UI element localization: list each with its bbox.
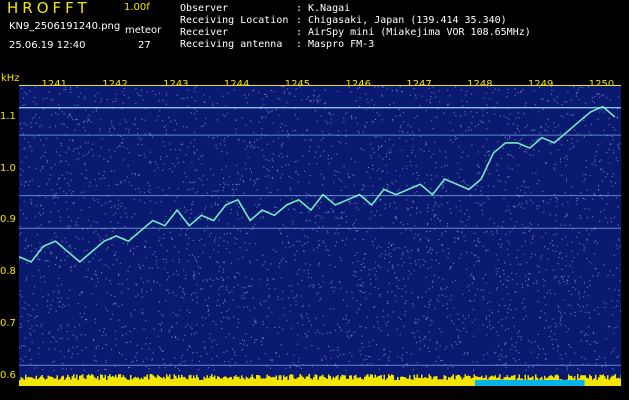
receiver-colon: :: [296, 27, 303, 38]
observer-label: Observer: [180, 3, 229, 14]
location-label: Receiving Location: [180, 15, 289, 26]
y-tick-0.8: 0.8: [0, 266, 16, 278]
header-panel: HROFFT 1.00f KN9_2506191240.png 25.06.19…: [0, 0, 629, 72]
observer-colon: :: [296, 3, 303, 14]
y-tick-0.7: 0.7: [0, 317, 16, 329]
hrofft-window: HROFFT 1.00f KN9_2506191240.png 25.06.19…: [0, 0, 629, 400]
antenna-value: Maspro FM-3: [308, 39, 375, 50]
y-tick-0.6: 0.6: [0, 369, 16, 381]
app-version: 1.00f: [124, 2, 150, 13]
app-title: HROFFT: [7, 0, 91, 17]
spectrogram-svg: [19, 86, 621, 386]
meteor-label: meteor: [125, 25, 162, 36]
receiver-label: Receiver: [180, 27, 229, 38]
capture-datetime: 25.06.19 12:40: [9, 40, 86, 51]
doppler-trace: [19, 105, 616, 263]
location-colon: :: [296, 15, 303, 26]
file-name: KN9_2506191240.png: [9, 21, 121, 32]
plot-top-border: [19, 85, 621, 86]
meteor-count: 27: [138, 40, 151, 51]
y-axis-unit: kHz: [1, 73, 20, 84]
receiver-value: AirSpy mini (Miakejima VOR 108.65MHz): [308, 27, 531, 38]
y-tick-1.1: 1.1: [0, 111, 16, 123]
antenna-label: Receiving antenna: [180, 39, 283, 50]
spectrogram-plot: [19, 86, 621, 386]
observer-value: K.Nagai: [308, 3, 351, 14]
y-tick-1.0: 1.0: [0, 162, 16, 174]
y-tick-0.9: 0.9: [0, 214, 16, 226]
antenna-colon: :: [296, 39, 303, 50]
location-value: Chigasaki, Japan (139.414 35.340): [308, 15, 507, 26]
signal-level-low-segment: [475, 380, 585, 386]
